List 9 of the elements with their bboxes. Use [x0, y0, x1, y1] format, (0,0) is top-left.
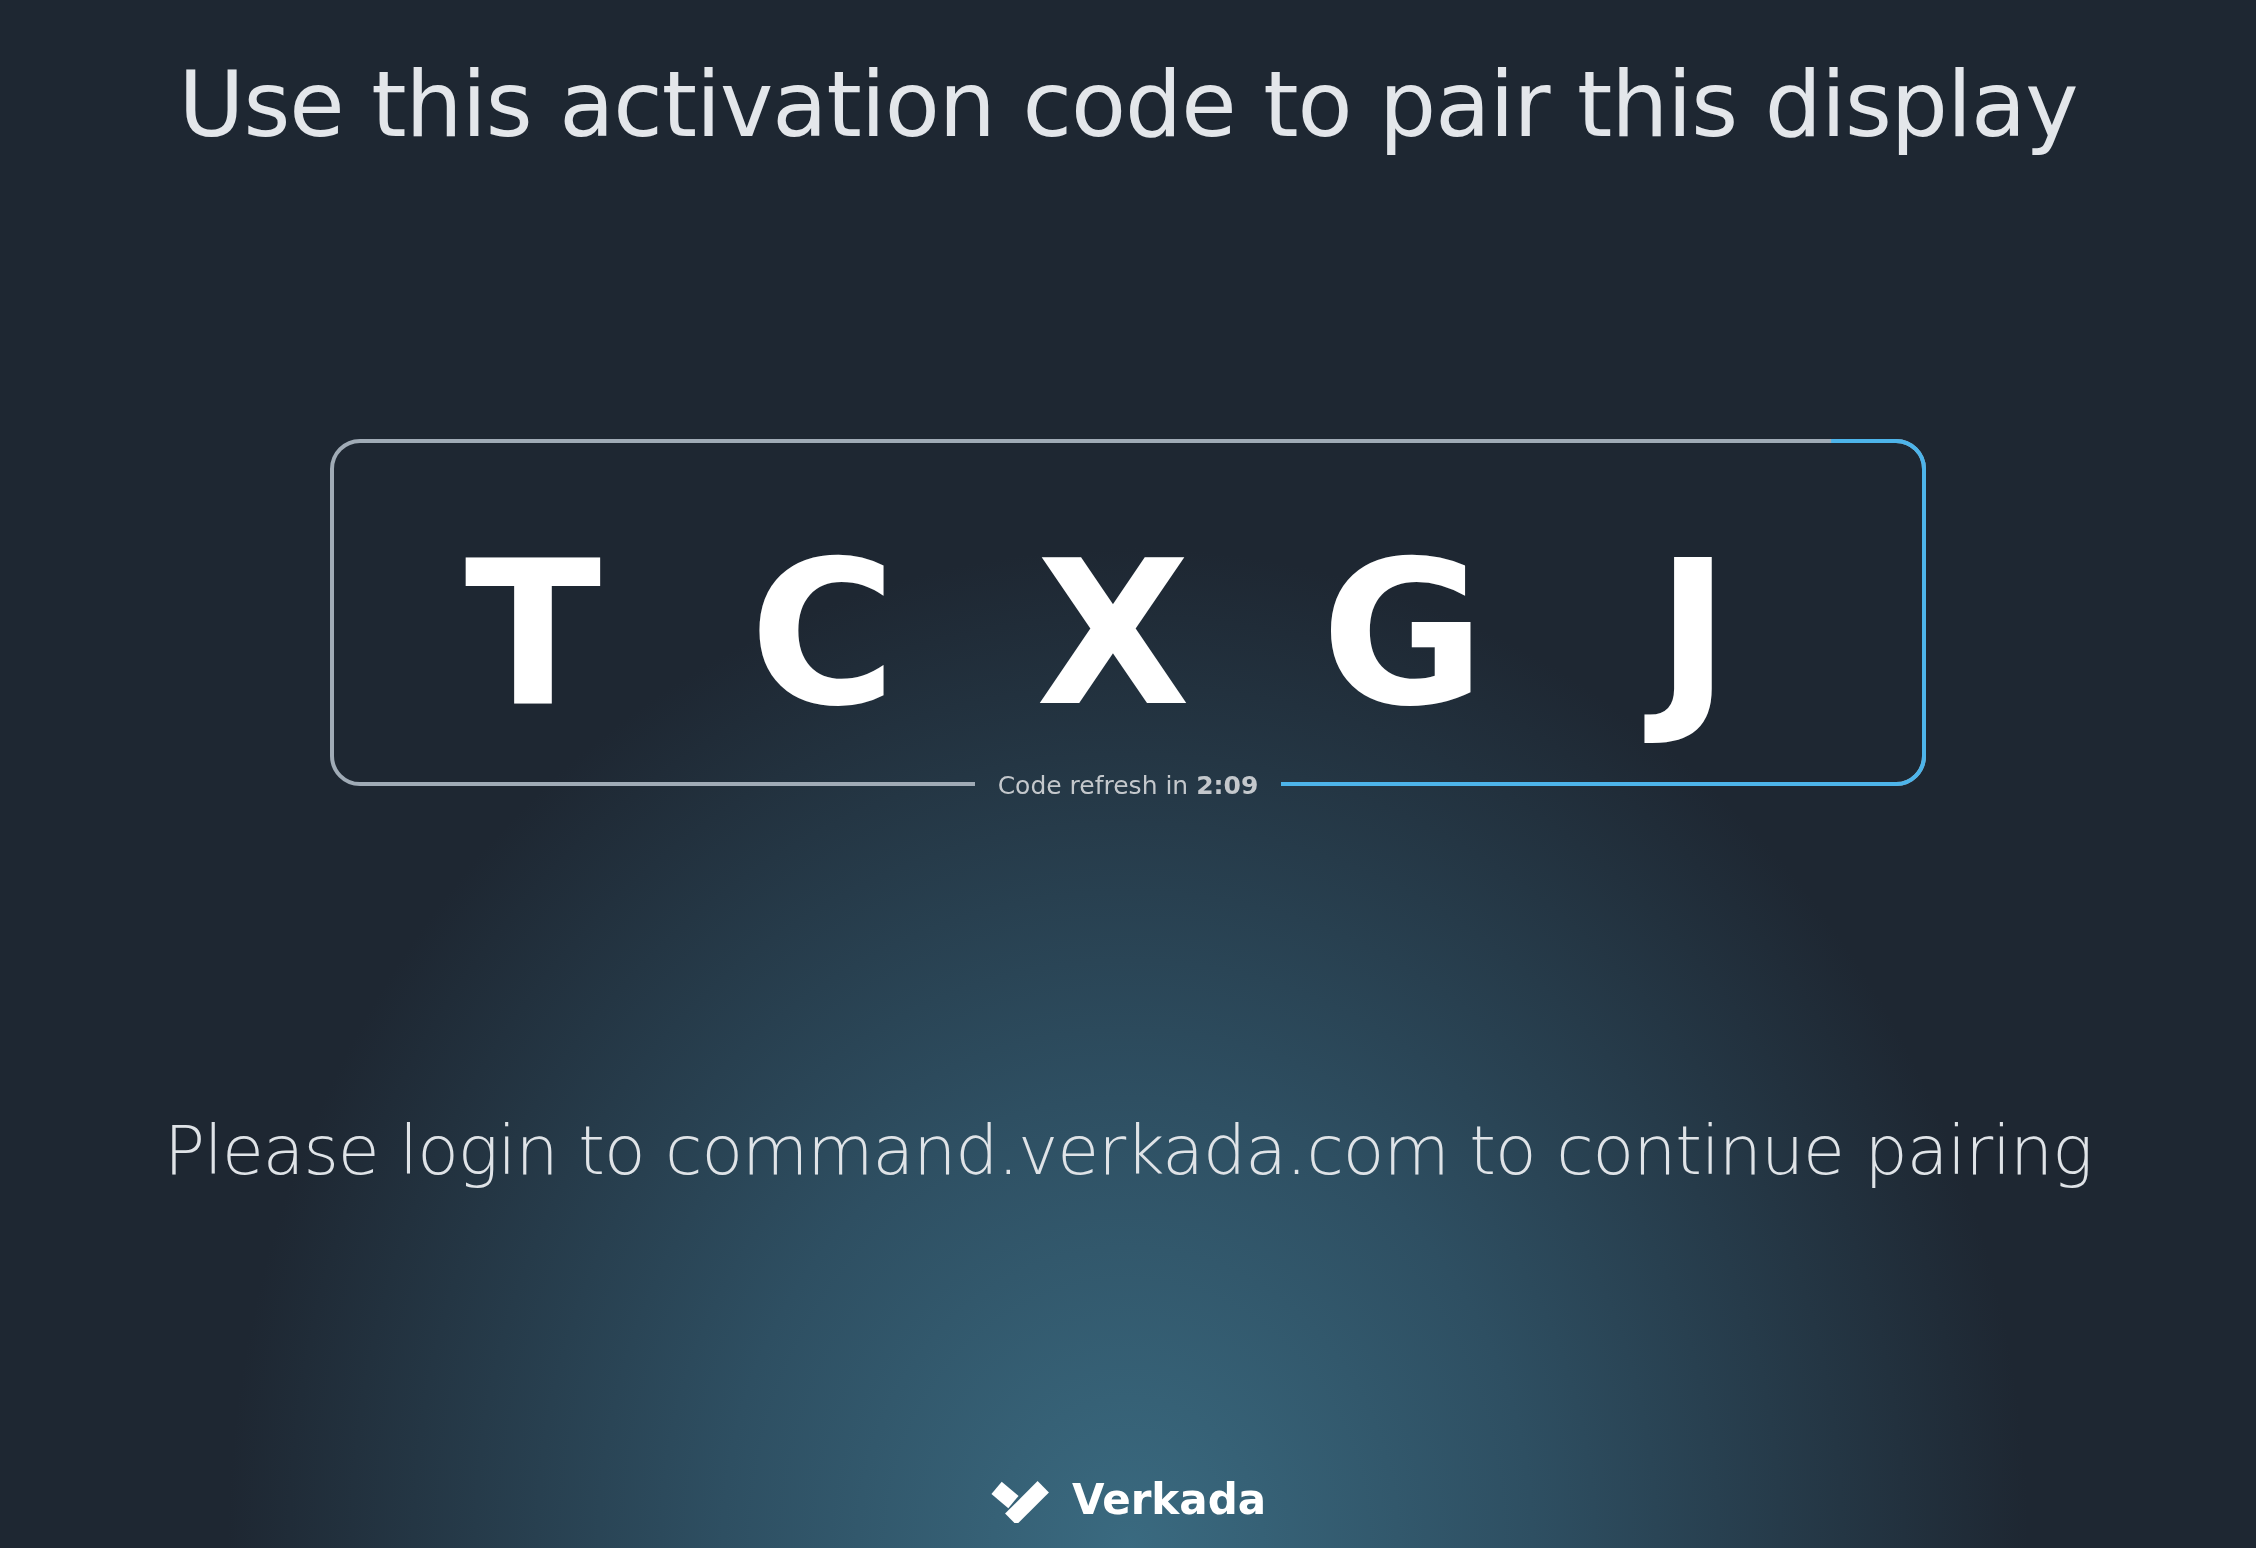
code-letter: C [748, 516, 898, 752]
brand-name: Verkada [1071, 1475, 1267, 1524]
instruction-text: Please login to command.verkada.com to continue pairing [164, 1111, 2092, 1190]
code-letter: X [1034, 516, 1192, 752]
code-letter: G [1319, 516, 1487, 752]
refresh-timer: Code refresh in 2:09 [997, 770, 1259, 802]
code-letter: T [463, 516, 603, 752]
code-letter: J [1548, 509, 1838, 759]
title: Use this activation code to pair this display [178, 52, 2078, 157]
